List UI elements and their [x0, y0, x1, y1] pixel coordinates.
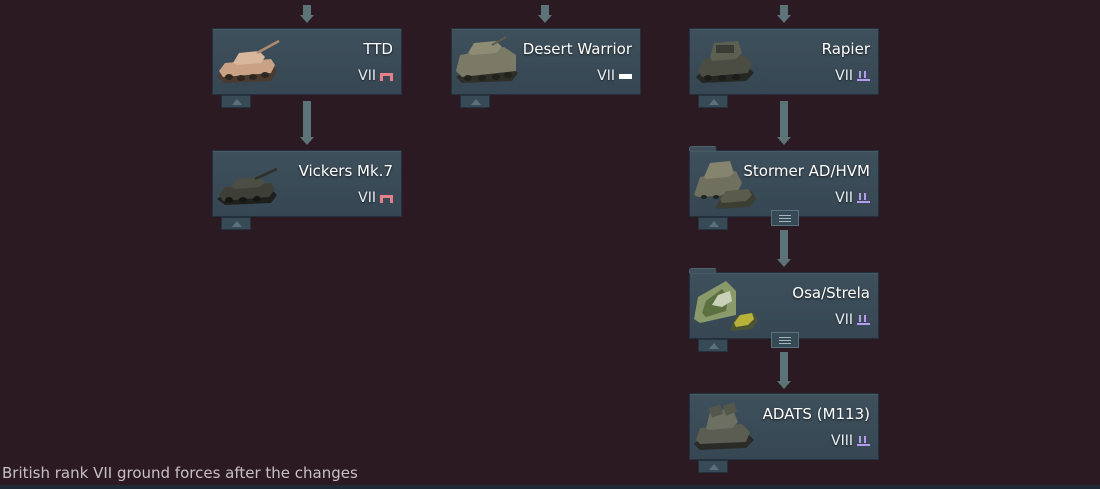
squadron-icon — [857, 193, 870, 203]
vehicle-name: Desert Warrior — [522, 40, 632, 58]
vehicle-card-adats[interactable]: ADATS (M113) VIII — [689, 393, 879, 460]
vehicle-class-tag — [698, 217, 728, 230]
connector-arrow — [300, 5, 314, 23]
spaa-thumbnail — [694, 281, 758, 331]
vehicle-name: TTD — [363, 40, 393, 58]
vehicle-rank: VIII — [831, 433, 853, 449]
vehicle-class-tag — [460, 95, 490, 108]
vehicle-card-desert-warrior[interactable]: Desert Warrior VII — [451, 28, 641, 95]
premium-icon — [380, 194, 393, 203]
bottom-bar — [0, 485, 1100, 489]
vehicle-name: Stormer AD/HVM — [743, 162, 870, 180]
connector-arrow — [777, 230, 791, 267]
connector-arrow — [777, 101, 791, 145]
spaa-thumbnail — [696, 41, 754, 83]
ifv-thumbnail — [456, 36, 518, 83]
vehicle-folder-osa-strela[interactable]: Osa/Strela VII — [689, 268, 879, 339]
researchable-icon — [619, 73, 632, 79]
vehicle-rank: VII — [835, 312, 853, 328]
image-caption: British rank VII ground forces after the… — [2, 464, 358, 482]
spaa-thumbnail — [694, 402, 754, 450]
squadron-icon — [857, 315, 870, 325]
vehicle-class-tag — [698, 95, 728, 108]
vehicle-rank: VII — [358, 190, 376, 206]
tank-thumbnail — [217, 39, 280, 83]
vehicle-rank: VII — [597, 68, 615, 84]
squadron-icon — [857, 71, 870, 81]
vehicle-name: Vickers Mk.7 — [298, 162, 393, 180]
vehicle-name: Osa/Strela — [792, 284, 870, 302]
vehicle-folder-stormer[interactable]: Stormer AD/HVM VII — [689, 146, 879, 217]
premium-icon — [380, 72, 393, 81]
vehicle-card-vickers[interactable]: Vickers Mk.7 VII — [212, 150, 402, 217]
vehicle-class-tag — [221, 217, 251, 230]
tank-thumbnail — [217, 167, 278, 205]
vehicle-name: ADATS (M113) — [762, 405, 870, 423]
vehicle-rank: VII — [358, 68, 376, 84]
expand-group-button[interactable] — [771, 210, 799, 226]
vehicle-rank: VII — [835, 190, 853, 206]
vehicle-name: Rapier — [821, 40, 870, 58]
vehicle-card-ttd[interactable]: TTD VII — [212, 28, 402, 95]
vehicle-card-rapier[interactable]: Rapier VII — [689, 28, 879, 95]
vehicle-class-tag — [698, 339, 728, 352]
connector-arrow — [538, 5, 552, 23]
vehicle-rank: VII — [835, 68, 853, 84]
connector-arrow — [777, 352, 791, 389]
squadron-icon — [857, 436, 870, 446]
connector-arrow — [300, 101, 314, 145]
vehicle-class-tag — [221, 95, 251, 108]
connector-arrow — [777, 5, 791, 23]
expand-group-button[interactable] — [771, 332, 799, 348]
vehicle-class-tag — [698, 460, 728, 473]
